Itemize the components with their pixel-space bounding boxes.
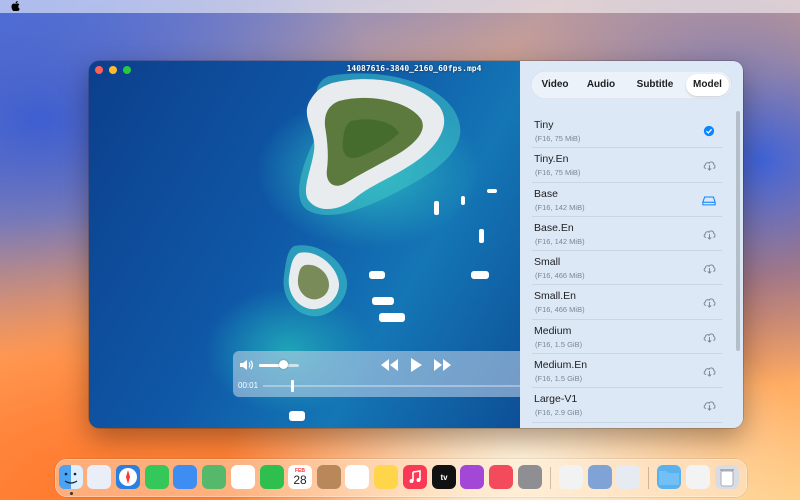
- window-controls: [95, 66, 131, 74]
- notes-icon[interactable]: [374, 465, 398, 489]
- running-indicator: [70, 492, 73, 495]
- model-name: Small: [534, 256, 561, 269]
- settings-sidebar: Video Audio Subtitle Model Tiny (F16, 75 …: [520, 61, 743, 428]
- model-detail: (F16, 1.5 GiB): [535, 374, 583, 384]
- model-row[interactable]: Medium (F16, 1.5 GiB): [532, 320, 722, 355]
- trash-icon[interactable]: [715, 465, 739, 489]
- cloud-download-icon[interactable]: [702, 261, 716, 274]
- model-row[interactable]: Base (F16, 142 MiB): [532, 183, 722, 217]
- model-name: Medium: [534, 324, 572, 337]
- scrollbar[interactable]: [736, 111, 740, 351]
- model-detail: (F16, 466 MiB): [535, 271, 585, 281]
- model-detail: (F16, 75 MiB): [535, 134, 581, 143]
- model-detail: (F16, 1.5 GiB): [535, 339, 583, 349]
- cloud-download-icon[interactable]: [702, 295, 716, 309]
- model-name: Tiny.En: [534, 153, 569, 166]
- dock-separator: [550, 467, 551, 489]
- textedit-icon[interactable]: [559, 465, 583, 489]
- model-row[interactable]: Tiny.En (F16, 75 MiB): [532, 148, 722, 183]
- reminders-icon[interactable]: [345, 465, 369, 489]
- model-name: Tiny: [534, 119, 554, 131]
- calendar-day: 28: [293, 472, 307, 487]
- tab-model[interactable]: Model: [686, 74, 729, 96]
- tab-video[interactable]: Video: [535, 74, 575, 96]
- tab-subtitle[interactable]: Subtitle: [627, 74, 683, 96]
- safari-icon[interactable]: [116, 465, 140, 489]
- mail-icon[interactable]: [173, 465, 197, 489]
- model-detail: (F16, 142 MiB): [535, 236, 585, 246]
- photos-icon[interactable]: [231, 465, 255, 489]
- model-detail: (F16, 75 MiB): [535, 168, 581, 178]
- podcasts-icon[interactable]: [460, 465, 484, 489]
- volume-knob[interactable]: [279, 360, 288, 369]
- current-time: 00:01: [238, 381, 259, 390]
- dock-separator: [648, 467, 649, 489]
- finder-icon[interactable]: [59, 465, 83, 489]
- facetime-icon[interactable]: [260, 465, 284, 489]
- folder-icon[interactable]: [657, 465, 681, 489]
- fast-forward-icon[interactable]: [433, 357, 453, 373]
- video-view[interactable]: 14087616-3840_2160_60fps.mp4 00:01: [89, 61, 520, 428]
- model-row[interactable]: Tiny (F16, 75 MiB): [532, 114, 722, 149]
- messages-icon[interactable]: [145, 465, 169, 489]
- cloud-download-icon[interactable]: [702, 364, 716, 377]
- archive-icon[interactable]: [686, 465, 710, 489]
- model-name: Large-V1: [534, 393, 578, 406]
- apple-tv-icon[interactable]: tv: [432, 465, 456, 489]
- cloud-download-icon[interactable]: [702, 227, 716, 240]
- model-row[interactable]: Large-V1 (F16, 2.9 GiB): [532, 388, 722, 423]
- drive-icon[interactable]: [702, 193, 716, 205]
- checkmark-circle-icon[interactable]: [702, 124, 716, 137]
- speaker-icon[interactable]: [239, 359, 253, 371]
- calendar-icon[interactable]: FEB 28: [288, 465, 312, 489]
- zoom-button[interactable]: [123, 66, 131, 74]
- close-button[interactable]: [95, 66, 103, 74]
- cloud-download-icon[interactable]: [702, 398, 716, 412]
- dock: FEB 28 tv: [55, 459, 747, 497]
- model-row[interactable]: Small.En (F16, 466 MiB): [532, 285, 722, 320]
- blank-app-icon[interactable]: [616, 465, 640, 489]
- launchpad-icon[interactable]: [87, 465, 111, 489]
- tab-audio[interactable]: Audio: [579, 74, 623, 96]
- tab-bar: Video Audio Subtitle Model: [531, 71, 732, 99]
- play-icon[interactable]: [409, 357, 423, 373]
- menu-bar: [0, 0, 800, 13]
- rewind-icon[interactable]: [379, 357, 399, 373]
- model-name: Medium.En: [534, 359, 588, 372]
- preview-icon[interactable]: [588, 465, 612, 489]
- seek-handle[interactable]: [291, 380, 294, 392]
- model-name: Base: [534, 187, 558, 200]
- cloud-download-icon[interactable]: [702, 330, 716, 343]
- player-window: 14087616-3840_2160_60fps.mp4 00:01 Video…: [89, 61, 743, 428]
- playback-controls: 00:01: [233, 351, 520, 397]
- maps-icon[interactable]: [202, 465, 226, 489]
- model-row[interactable]: Large-V2: [532, 423, 722, 429]
- news-icon[interactable]: [489, 465, 513, 489]
- model-list: Tiny (F16, 75 MiB) Tiny.En (F16, 75 MiB) Bas…: [532, 114, 722, 428]
- model-row[interactable]: Small (F16, 466 MiB): [532, 251, 722, 286]
- window-title: 14087616-3840_2160_60fps.mp4: [346, 64, 482, 73]
- model-detail: (F16, 142 MiB): [535, 202, 585, 212]
- model-row[interactable]: Medium.En (F16, 1.5 GiB): [532, 354, 722, 389]
- model-detail: (F16, 466 MiB): [535, 305, 585, 315]
- system-settings-icon[interactable]: [518, 465, 542, 489]
- contacts-icon[interactable]: [317, 465, 341, 489]
- apple-logo-icon[interactable]: [11, 1, 20, 11]
- model-row[interactable]: Base.En (F16, 142 MiB): [532, 217, 722, 252]
- model-name: Small.En: [534, 290, 577, 303]
- model-name: Base.En: [534, 221, 574, 234]
- model-detail: (F16, 2.9 GiB): [535, 408, 583, 418]
- music-icon[interactable]: [403, 465, 427, 489]
- minimize-button[interactable]: [109, 66, 117, 74]
- cloud-download-icon[interactable]: [702, 158, 716, 172]
- seek-bar[interactable]: [263, 385, 520, 387]
